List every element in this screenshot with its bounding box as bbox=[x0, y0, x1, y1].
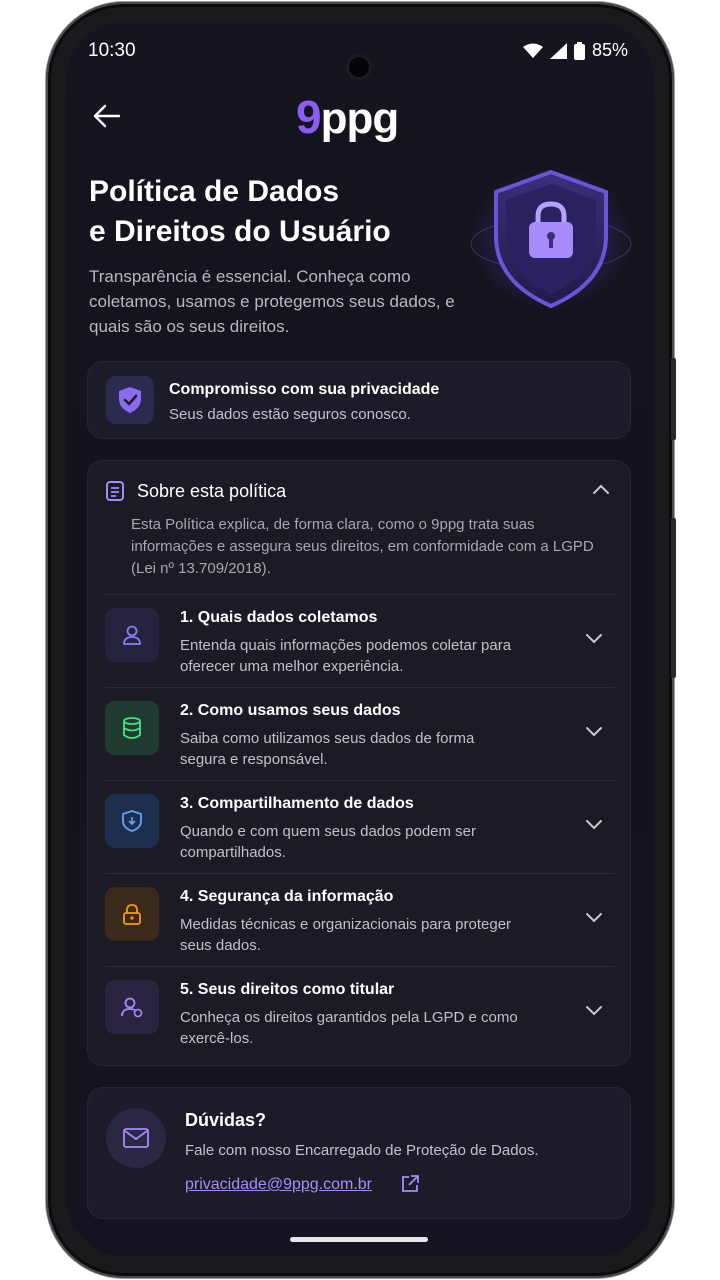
battery-percent: 85% bbox=[591, 40, 628, 60]
front-camera bbox=[346, 54, 372, 80]
battery-icon bbox=[573, 41, 585, 60]
page-title: Política de Dados e Direitos do Usuário bbox=[89, 172, 429, 252]
policy-item-title: 3. Compartilhamento de dados bbox=[180, 795, 414, 812]
policy-accordion: Sobre esta política Esta Política explic… bbox=[87, 460, 631, 1066]
policy-item-description: Entenda quais informações podemos coleta… bbox=[180, 637, 512, 675]
policy-description: Esta Política explica, de forma clara, c… bbox=[131, 516, 594, 577]
app-logo: 9 ppg bbox=[296, 90, 399, 143]
page-title-line1: Política de Dados bbox=[89, 175, 340, 208]
policy-item-security[interactable]: 4. Segurança da informação Medidas técni… bbox=[105, 873, 615, 966]
status-icons: 85% bbox=[522, 40, 628, 61]
policy-item-title: 1. Quais dados coletamos bbox=[180, 609, 378, 626]
chevron-down-icon[interactable] bbox=[585, 912, 603, 924]
mail-icon bbox=[106, 1108, 166, 1168]
logo-text: ppg bbox=[320, 94, 400, 143]
status-time: 10:30 bbox=[88, 40, 136, 61]
page-subtitle: Transparência é essencial. Conheça como … bbox=[89, 267, 455, 336]
power-button bbox=[671, 518, 676, 678]
lock-icon bbox=[105, 887, 159, 941]
back-arrow-icon[interactable] bbox=[92, 102, 122, 130]
page-title-line2: e Direitos do Usuário bbox=[89, 215, 391, 248]
status-bar: 10:30 85% bbox=[66, 38, 654, 80]
shield-check-icon bbox=[106, 376, 154, 424]
signal-icon bbox=[549, 42, 567, 59]
chevron-up-icon[interactable] bbox=[592, 483, 610, 495]
privacy-card-title: Compromisso com sua privacidade bbox=[169, 381, 440, 398]
policy-item-description: Conheça os direitos garantidos pela LGPD… bbox=[180, 1009, 518, 1047]
contact-card: Dúvidas? Fale com nosso Encarregado de P… bbox=[87, 1087, 631, 1219]
policy-item-user-rights[interactable]: 5. Seus direitos como titular Conheça os… bbox=[105, 966, 615, 1059]
policy-item-title: 4. Segurança da informação bbox=[180, 888, 394, 905]
contact-title: Dúvidas? bbox=[185, 1110, 267, 1130]
app-screen: 10:30 85% 9 ppg Política de Dados e Dire… bbox=[66, 22, 654, 1256]
shield-share-icon bbox=[105, 794, 159, 848]
policy-item-title: 2. Como usamos seus dados bbox=[180, 702, 401, 719]
policy-item-data-sharing[interactable]: 3. Compartilhamento de dados Quando e co… bbox=[105, 780, 615, 873]
policy-item-title: 5. Seus direitos como titular bbox=[180, 981, 395, 998]
contact-subtitle: Fale com nosso Encarregado de Proteção d… bbox=[185, 1142, 539, 1159]
privacy-commitment-card: Compromisso com sua privacidade Seus dad… bbox=[87, 361, 631, 439]
chevron-down-icon[interactable] bbox=[585, 819, 603, 831]
policy-item-description: Saiba como utilizamos seus dados de form… bbox=[180, 730, 475, 768]
user-icon bbox=[105, 608, 159, 662]
wifi-icon bbox=[522, 43, 543, 58]
external-link-icon[interactable] bbox=[400, 1174, 420, 1194]
policy-item-data-usage[interactable]: 2. Como usamos seus dados Saiba como uti… bbox=[105, 687, 615, 780]
home-indicator[interactable] bbox=[290, 1237, 428, 1242]
policy-item-description: Medidas técnicas e organizacionais para … bbox=[180, 916, 512, 954]
logo-nine: 9 bbox=[296, 91, 322, 143]
chevron-down-icon[interactable] bbox=[585, 633, 603, 645]
user-rights-icon bbox=[105, 980, 159, 1034]
shield-lock-illustration bbox=[469, 167, 633, 311]
policy-section-title[interactable]: Sobre esta política bbox=[137, 481, 286, 502]
database-icon bbox=[105, 701, 159, 755]
privacy-email-link[interactable]: privacidade@9ppg.com.br bbox=[185, 1176, 372, 1194]
document-icon bbox=[106, 481, 124, 501]
privacy-card-subtitle: Seus dados estão seguros conosco. bbox=[169, 406, 411, 423]
chevron-down-icon[interactable] bbox=[585, 726, 603, 738]
policy-item-data-collected[interactable]: 1. Quais dados coletamos Entenda quais i… bbox=[105, 594, 615, 687]
volume-button bbox=[671, 358, 676, 440]
chevron-down-icon[interactable] bbox=[585, 1005, 603, 1017]
policy-item-description: Quando e com quem seus dados podem ser c… bbox=[180, 823, 477, 861]
